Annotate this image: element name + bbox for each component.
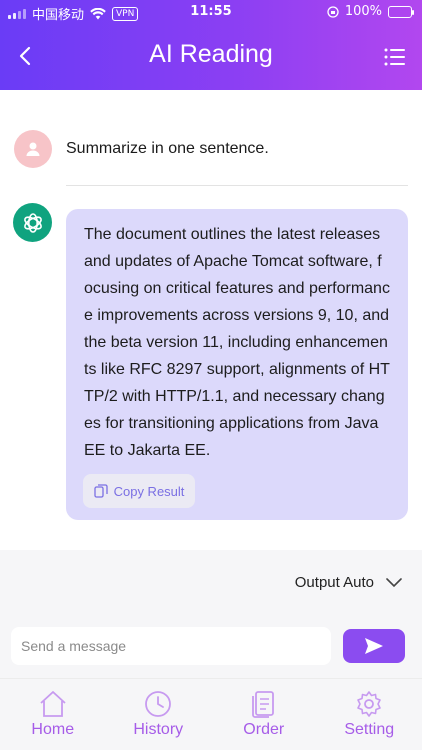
list-menu-icon[interactable] bbox=[384, 46, 406, 68]
chat-area: Summarize in one sentence. The document … bbox=[0, 90, 422, 550]
copy-icon bbox=[93, 484, 108, 498]
clock-icon bbox=[145, 691, 172, 717]
tab-setting[interactable]: Setting bbox=[317, 679, 422, 750]
status-bar: 中国移动 VPN 11:55 100% bbox=[0, 0, 422, 24]
message-input[interactable] bbox=[11, 627, 331, 665]
send-button[interactable] bbox=[343, 629, 405, 663]
tab-home-label: Home bbox=[31, 721, 75, 738]
copy-result-button[interactable]: Copy Result bbox=[83, 474, 195, 508]
divider bbox=[66, 185, 408, 186]
tab-bar: Home History Order Setting bbox=[0, 678, 422, 750]
gear-icon bbox=[357, 691, 382, 717]
tab-history-label: History bbox=[133, 721, 184, 738]
tab-history[interactable]: History bbox=[106, 679, 212, 750]
output-mode-select[interactable]: Output Auto bbox=[295, 574, 402, 591]
document-icon bbox=[251, 691, 274, 718]
tab-home[interactable]: Home bbox=[0, 679, 106, 750]
user-message-row: Summarize in one sentence. bbox=[14, 130, 269, 168]
tab-order-label: Order bbox=[243, 721, 285, 738]
home-icon bbox=[40, 691, 66, 717]
page-title: AI Reading bbox=[149, 40, 273, 68]
bot-avatar bbox=[13, 203, 52, 242]
tab-order[interactable]: Order bbox=[211, 679, 317, 750]
openai-logo-icon bbox=[23, 212, 42, 233]
orientation-lock-icon bbox=[327, 5, 339, 18]
send-icon bbox=[365, 638, 383, 654]
copy-result-label: Copy Result bbox=[113, 483, 185, 499]
chevron-down-icon bbox=[386, 577, 402, 587]
message-input-row bbox=[11, 627, 405, 665]
header: 中国移动 VPN 11:55 100% AI Reading bbox=[0, 0, 422, 90]
bot-message: The document outlines the latest release… bbox=[84, 226, 390, 459]
output-mode-label: Output Auto bbox=[294, 574, 374, 591]
user-avatar bbox=[14, 130, 52, 168]
person-icon bbox=[26, 142, 40, 156]
bot-message-bubble: The document outlines the latest release… bbox=[66, 209, 408, 520]
battery-icon bbox=[388, 5, 414, 18]
battery-percent: 100% bbox=[344, 4, 382, 19]
tab-setting-label: Setting bbox=[344, 721, 395, 738]
user-message: Summarize in one sentence. bbox=[66, 140, 269, 157]
